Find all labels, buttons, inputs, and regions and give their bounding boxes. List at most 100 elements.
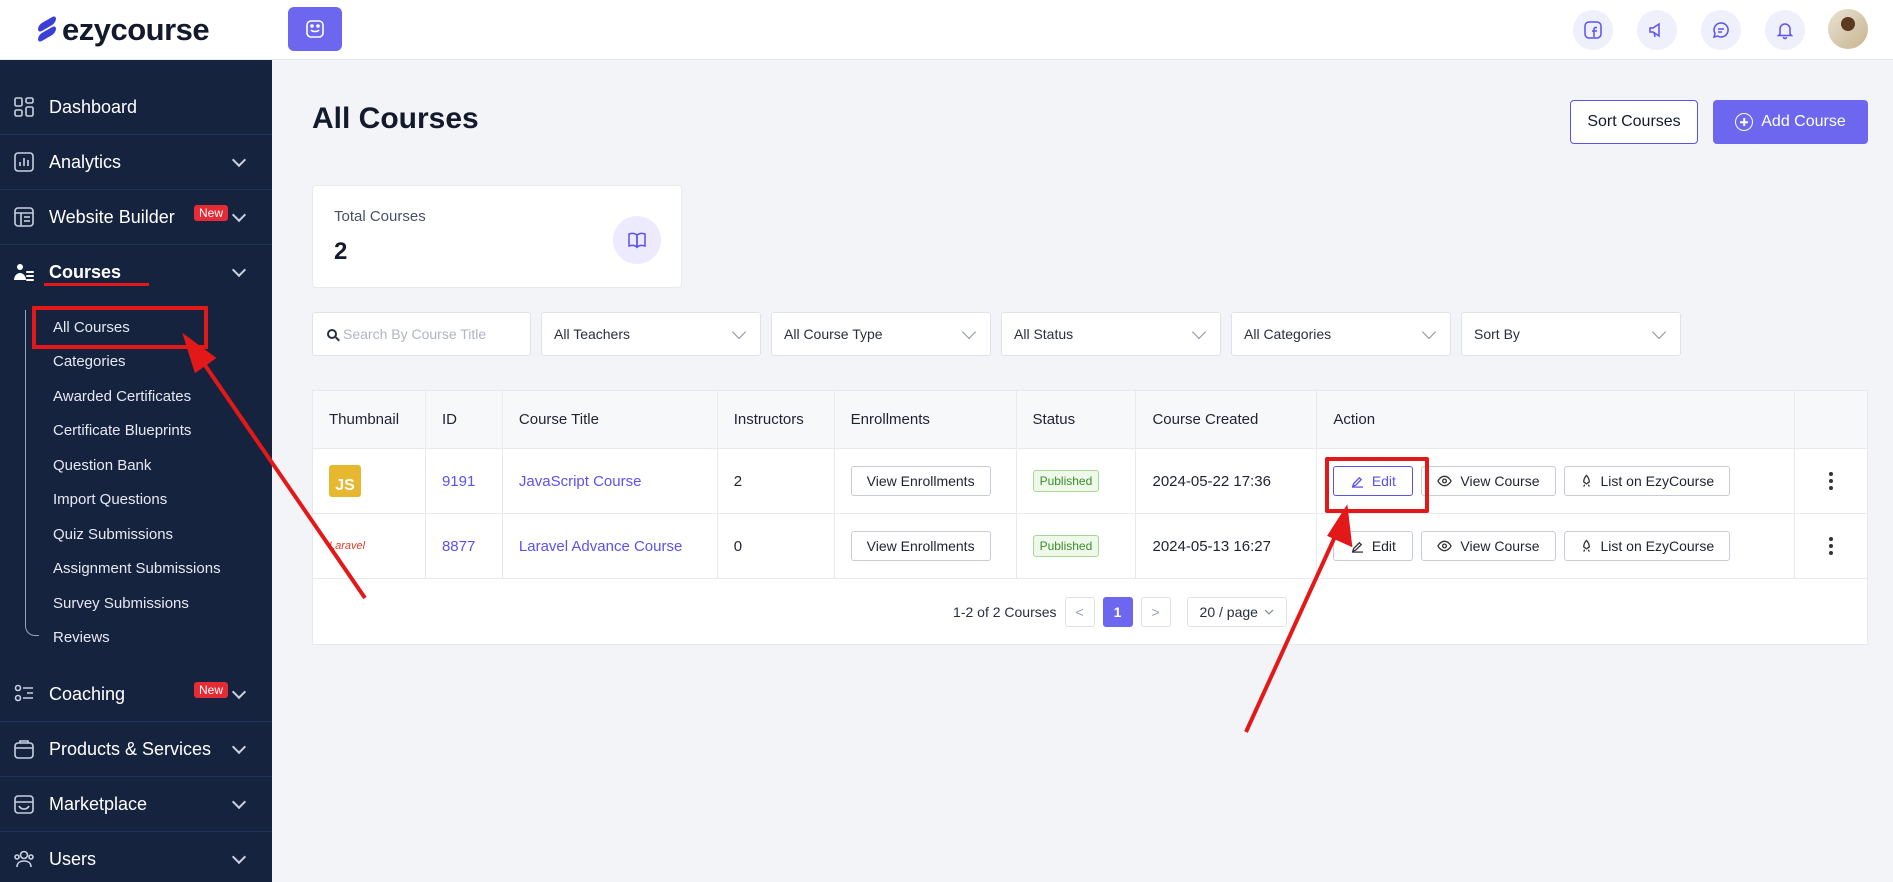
chevron-down-icon <box>231 739 247 755</box>
new-badge: New <box>193 205 228 221</box>
course-type-select[interactable]: All Course Type <box>771 312 991 356</box>
course-id-link[interactable]: 8877 <box>442 538 475 555</box>
sidebar-subitem-survey-submissions[interactable]: Survey Submissions <box>53 586 272 621</box>
search-input[interactable]: Search By Course Title <box>312 312 531 356</box>
book-icon <box>613 216 661 264</box>
stat-value: 2 <box>334 238 348 265</box>
course-thumbnail[interactable]: JS <box>329 465 361 497</box>
logo-text: ezycourse <box>62 11 210 47</box>
page-size-select[interactable]: 20 / page <box>1186 596 1287 627</box>
sidebar-subitem-reviews[interactable]: Reviews <box>53 621 272 656</box>
sidebar-item-label: Users <box>49 848 97 869</box>
instructors-cell: 2 <box>718 449 835 513</box>
sidebar-subitem-question-bank[interactable]: Question Bank <box>53 448 272 483</box>
more-vertical-icon[interactable] <box>1829 471 1834 492</box>
eye-icon <box>1437 475 1453 487</box>
sidebar-item-products-services[interactable]: Products & Services <box>0 722 272 777</box>
sidebar-item-analytics[interactable]: Analytics <box>0 135 272 190</box>
status-select[interactable]: All Status <box>1001 312 1221 356</box>
products-icon <box>13 738 35 760</box>
pagination-summary: 1-2 of 2 Courses <box>953 603 1057 620</box>
view-course-button[interactable]: View Course <box>1421 531 1556 561</box>
chevron-down-icon <box>231 794 247 810</box>
edit-course-button[interactable]: Edit <box>1333 531 1414 561</box>
logo[interactable]: ezycourse <box>0 0 272 60</box>
course-title-link[interactable]: JavaScript Course <box>519 473 642 490</box>
sidebar-item-label: Products & Services <box>49 738 212 759</box>
list-on-ezycourse-button[interactable]: List on EzyCourse <box>1563 466 1731 496</box>
sidebar-subitem-awarded-certificates[interactable]: Awarded Certificates <box>53 379 272 414</box>
view-course-button[interactable]: View Course <box>1421 466 1556 496</box>
ezycourse-logo-icon <box>36 14 58 46</box>
sidebar-item-label: Coaching <box>49 683 126 704</box>
view-enrollments-button[interactable]: View Enrollments <box>850 466 991 496</box>
teachers-select[interactable]: All Teachers <box>541 312 761 356</box>
megaphone-icon[interactable] <box>1637 10 1677 50</box>
plus-circle-icon <box>1735 113 1754 131</box>
topbar <box>272 0 1893 60</box>
column-header: Course Created <box>1136 391 1318 448</box>
page-size-value: 20 / page <box>1199 603 1258 620</box>
toggle-icon <box>306 20 324 38</box>
chevron-down-icon <box>231 262 247 278</box>
id-cell: 8877 <box>426 514 503 578</box>
chat-icon[interactable] <box>1701 10 1741 50</box>
edit-course-button[interactable]: Edit <box>1333 466 1414 496</box>
course-id-link[interactable]: 9191 <box>442 473 475 490</box>
chevron-down-icon <box>961 324 977 340</box>
status-cell: Published <box>1017 449 1137 513</box>
sidebar-item-marketplace[interactable]: Marketplace <box>0 777 272 832</box>
next-page-button[interactable]: > <box>1140 596 1171 627</box>
row-menu-cell <box>1795 449 1867 513</box>
column-header: Instructors <box>718 391 835 448</box>
courses-annotation-underline <box>44 283 149 286</box>
facebook-icon[interactable] <box>1573 10 1613 50</box>
sidebar-item-website-builder[interactable]: Website Builder New <box>0 190 272 245</box>
sidebar-item-label: Dashboard <box>49 96 138 117</box>
chevron-down-icon <box>1651 324 1667 340</box>
sidebar-subitem-categories[interactable]: Categories <box>53 345 272 380</box>
teachers-select-value: All Teachers <box>554 326 631 342</box>
sidebar-subitem-quiz-submissions[interactable]: Quiz Submissions <box>53 517 272 552</box>
page-number-button[interactable]: 1 <box>1102 596 1133 627</box>
sidebar-nav: Dashboard Analytics Website Builder New … <box>0 60 272 882</box>
sort-by-select[interactable]: Sort By <box>1461 312 1681 356</box>
sidebar-item-dashboard[interactable]: Dashboard <box>0 80 272 135</box>
categories-select[interactable]: All Categories <box>1231 312 1451 356</box>
course-title-link[interactable]: Laravel Advance Course <box>519 538 682 555</box>
sidebar-subitem-assignment-submissions[interactable]: Assignment Submissions <box>53 552 272 587</box>
sidebar-subitem-all-courses[interactable]: All Courses <box>32 306 208 349</box>
sidebar-item-courses[interactable]: Courses <box>0 245 272 300</box>
sidebar-toggle-button[interactable] <box>288 7 342 51</box>
sort-courses-button[interactable]: Sort Courses <box>1570 100 1698 144</box>
list-on-ezycourse-button[interactable]: List on EzyCourse <box>1563 531 1731 561</box>
action-cell: Edit View Course List on EzyCourse <box>1317 449 1796 513</box>
pencil-icon <box>1351 541 1363 553</box>
sort-by-select-value: Sort By <box>1474 326 1520 342</box>
thumbnail-cell: Laravel <box>313 514 426 578</box>
prev-page-button[interactable]: < <box>1064 596 1095 627</box>
sidebar: ezycourse Dashboard Analytics Website Bu… <box>0 0 272 882</box>
title-cell: JavaScript Course <box>503 449 718 513</box>
sidebar-item-label: Website Builder <box>49 206 175 227</box>
sidebar-item-users[interactable]: Users <box>0 832 272 882</box>
sidebar-item-coaching[interactable]: Coaching New <box>0 667 272 722</box>
course-type-select-value: All Course Type <box>784 326 883 342</box>
add-course-button[interactable]: Add Course <box>1713 100 1868 144</box>
more-vertical-icon[interactable] <box>1829 536 1834 557</box>
table-header: Thumbnail ID Course Title Instructors En… <box>313 391 1867 449</box>
sidebar-subitem-import-questions[interactable]: Import Questions <box>53 483 272 518</box>
sidebar-item-label: Courses <box>49 262 122 282</box>
course-thumbnail[interactable]: Laravel <box>329 540 365 552</box>
bell-icon[interactable] <box>1765 10 1805 50</box>
user-avatar[interactable] <box>1828 9 1868 49</box>
created-cell: 2024-05-22 17:36 <box>1136 449 1318 513</box>
enrollments-cell: View Enrollments <box>835 514 1017 578</box>
filter-bar: Search By Course Title All Teachers All … <box>312 312 1681 356</box>
column-header: Enrollments <box>835 391 1017 448</box>
view-enrollments-button[interactable]: View Enrollments <box>850 531 991 561</box>
sidebar-subitem-certificate-blueprints[interactable]: Certificate Blueprints <box>53 414 272 449</box>
rocket-icon <box>1582 474 1590 487</box>
courses-table: Thumbnail ID Course Title Instructors En… <box>312 390 1868 645</box>
column-header: Thumbnail <box>313 391 426 448</box>
